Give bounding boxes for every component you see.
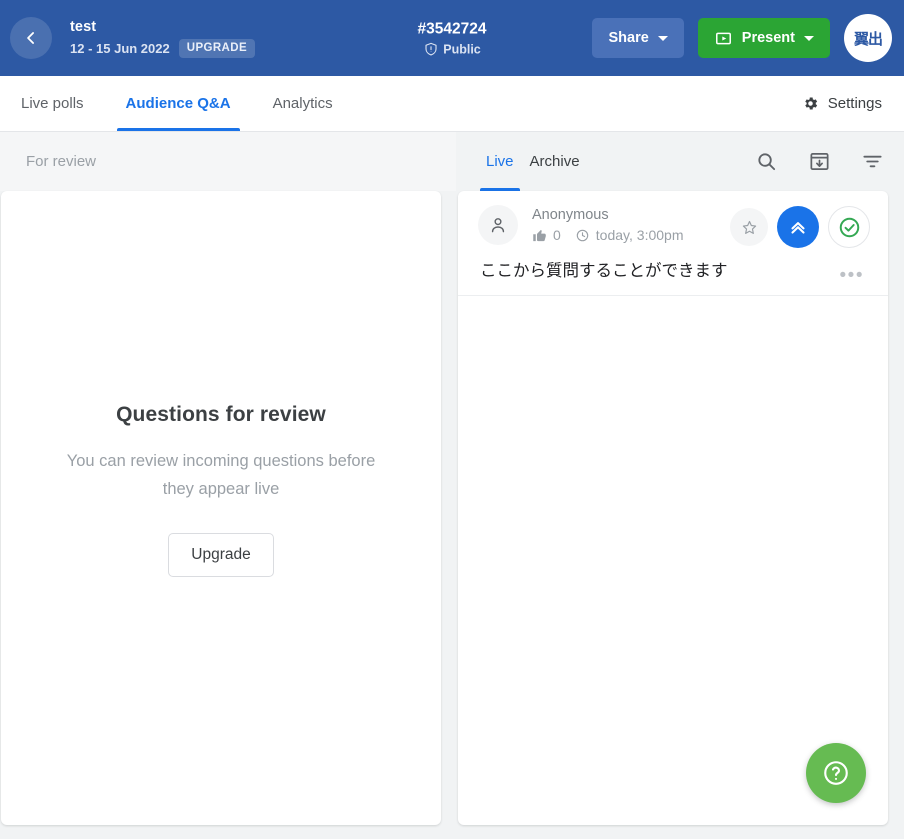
- check-circle-icon: [837, 215, 862, 240]
- search-icon[interactable]: [755, 150, 778, 173]
- clock-icon: [575, 228, 590, 243]
- share-button-label: Share: [608, 30, 649, 46]
- tab-analytics[interactable]: Analytics: [252, 76, 354, 131]
- review-empty-description: You can review incoming questions before…: [66, 452, 376, 498]
- panel-subheader: For review Live Archive: [0, 132, 904, 191]
- event-code: #3542724: [417, 20, 487, 38]
- tab-analytics-label: Analytics: [272, 95, 333, 112]
- segment-live[interactable]: Live: [478, 132, 522, 191]
- app-header: test 12 - 15 Jun 2022 UPGRADE #3542724 P…: [0, 0, 904, 76]
- star-outline-icon[interactable]: [730, 208, 768, 246]
- question-like-count: 0: [553, 227, 561, 243]
- review-panel: Questions for review You can review inco…: [1, 191, 441, 825]
- event-title: test: [70, 19, 97, 35]
- thumb-up-icon: [532, 228, 547, 243]
- questions-column-header: Live Archive: [456, 132, 904, 191]
- tab-live-polls-label: Live polls: [21, 95, 84, 112]
- question-header: Anonymous 0 today, 3:00pm: [478, 205, 870, 248]
- upgrade-button-label: Upgrade: [191, 546, 251, 563]
- segment-archive[interactable]: Archive: [522, 132, 588, 191]
- question-author-name: Anonymous: [532, 207, 609, 223]
- settings-button[interactable]: Settings: [798, 76, 886, 131]
- avatar-initials: 翼出: [853, 30, 883, 48]
- play-box-icon: [714, 29, 733, 48]
- tab-audience-qa-label: Audience Q&A: [125, 95, 231, 112]
- main-content: Questions for review You can review inco…: [0, 191, 904, 839]
- question-timestamp: today, 3:00pm: [595, 227, 684, 243]
- chevron-down-icon: [657, 35, 668, 41]
- event-code-block: #3542724 Public: [418, 20, 487, 57]
- shield-alert-icon: [423, 42, 438, 57]
- review-empty-state: Questions for review You can review inco…: [16, 403, 426, 577]
- present-button[interactable]: Present: [697, 18, 830, 58]
- help-button[interactable]: [806, 743, 866, 803]
- main-tabbar: Live polls Audience Q&A Analytics Settin…: [0, 76, 904, 132]
- questions-panel: Anonymous 0 today, 3:00pm ここから質問することができま…: [458, 191, 888, 825]
- question-body: ここから質問することができます •••: [478, 259, 870, 285]
- question-author-avatar: [478, 205, 518, 245]
- chevron-left-icon: [21, 28, 41, 48]
- avatar[interactable]: 翼出: [844, 14, 892, 62]
- review-column-header: For review: [0, 132, 456, 191]
- help-circle-icon: [821, 758, 851, 788]
- archive-download-icon[interactable]: [808, 150, 831, 173]
- upvote-button[interactable]: [777, 206, 819, 248]
- ellipsis-icon[interactable]: •••: [840, 266, 870, 285]
- present-button-label: Present: [741, 30, 795, 46]
- visibility-label: Public: [443, 42, 481, 56]
- review-empty-title: Questions for review: [116, 403, 326, 426]
- question-author-block: Anonymous 0 today, 3:00pm: [532, 205, 683, 243]
- chevron-down-icon: [804, 35, 814, 41]
- event-date: 12 - 15 Jun 2022: [70, 40, 170, 56]
- tab-live-polls[interactable]: Live polls: [0, 76, 105, 131]
- upgrade-button[interactable]: Upgrade: [168, 533, 274, 577]
- question-actions: [730, 205, 870, 248]
- double-chevron-up-icon: [787, 216, 809, 238]
- gear-icon: [802, 95, 819, 112]
- upgrade-badge[interactable]: UPGRADE: [178, 39, 256, 58]
- segment-archive-label: Archive: [529, 153, 580, 170]
- question-card[interactable]: Anonymous 0 today, 3:00pm ここから質問することができま…: [458, 191, 888, 296]
- question-text: ここから質問することができます: [480, 262, 728, 280]
- settings-label: Settings: [827, 95, 882, 112]
- event-subtitle: 12 - 15 Jun 2022 UPGRADE: [70, 39, 256, 58]
- share-button[interactable]: Share: [592, 18, 684, 58]
- back-button[interactable]: [10, 17, 52, 59]
- approve-button[interactable]: [828, 206, 870, 248]
- question-stats: 0 today, 3:00pm: [532, 227, 683, 243]
- header-actions: Share Present 翼出: [592, 14, 892, 62]
- review-column-label: For review: [26, 153, 97, 170]
- person-icon: [488, 215, 508, 235]
- event-visibility: Public: [418, 42, 487, 57]
- tab-audience-qa[interactable]: Audience Q&A: [105, 76, 252, 131]
- questions-toolbar: [755, 150, 884, 173]
- event-meta: test 12 - 15 Jun 2022 UPGRADE: [70, 18, 256, 58]
- segment-live-label: Live: [486, 153, 514, 170]
- filter-icon[interactable]: [861, 150, 884, 173]
